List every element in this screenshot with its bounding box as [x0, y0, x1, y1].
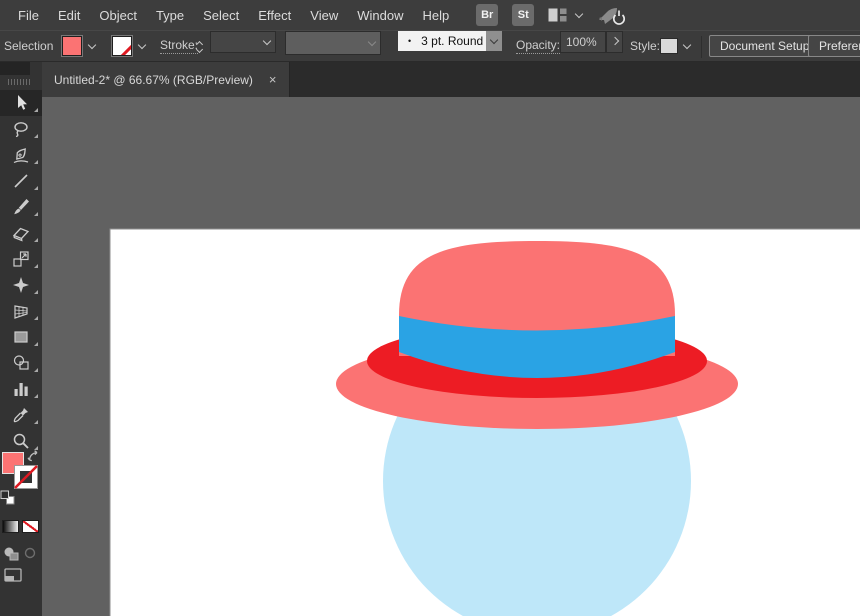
brush-preview-dot: • — [408, 36, 411, 46]
stroke-color-swatch[interactable] — [112, 36, 132, 56]
document-setup-button[interactable]: Document Setup — [709, 35, 820, 57]
opacity-field[interactable]: 100% — [560, 31, 606, 53]
perspective-grid-tool[interactable] — [0, 298, 42, 324]
color-mode-row — [0, 520, 42, 534]
fill-color-swatch[interactable] — [62, 36, 82, 56]
document-tab-title: Untitled-2* @ 66.67% (RGB/Preview) — [54, 73, 253, 87]
stroke-chevron-down-icon[interactable] — [138, 40, 146, 48]
fill-stroke-indicator — [0, 450, 42, 508]
star-tool[interactable] — [0, 272, 42, 298]
selection-context-label: Selection — [4, 39, 53, 53]
line-segment-tool[interactable] — [0, 168, 42, 194]
separator — [701, 36, 702, 58]
style-swatch[interactable] — [660, 38, 678, 54]
tools-panel-grip[interactable] — [8, 79, 30, 85]
default-fill-stroke-icon[interactable] — [0, 490, 15, 505]
drawing-modes — [0, 545, 42, 561]
menu-effect[interactable]: Effect — [258, 8, 291, 23]
opacity-expand-button[interactable] — [606, 31, 623, 53]
none-button[interactable] — [22, 520, 39, 533]
tools-panel-header[interactable] — [0, 62, 30, 75]
chevron-down-icon — [490, 35, 498, 43]
opacity-label[interactable]: Opacity: — [516, 38, 560, 54]
scale-tool[interactable] — [0, 246, 42, 272]
document-tab[interactable]: Untitled-2* @ 66.67% (RGB/Preview) × — [42, 62, 290, 97]
document-tab-bar: Untitled-2* @ 66.67% (RGB/Preview) × — [42, 62, 860, 97]
workspace-switcher[interactable] — [548, 8, 582, 22]
stroke-color-box[interactable] — [14, 465, 38, 489]
screen-mode-icon[interactable] — [4, 568, 22, 583]
menu-help[interactable]: Help — [422, 8, 449, 23]
swap-fill-stroke-icon[interactable] — [27, 449, 40, 462]
stroke-label[interactable]: Stroke: — [160, 38, 198, 54]
quick-access-bar: Br St — [476, 4, 628, 26]
gpu-performance-icon[interactable] — [598, 5, 628, 25]
lasso-tool[interactable] — [0, 116, 42, 142]
selection-tool[interactable] — [0, 90, 42, 116]
variable-width-profile-dropdown[interactable] — [285, 31, 381, 55]
menu-window[interactable]: Window — [357, 8, 403, 23]
stepper-down-icon[interactable] — [196, 46, 203, 53]
artwork-canvas[interactable] — [42, 97, 860, 616]
chevron-down-icon — [575, 9, 583, 17]
chevron-right-icon — [610, 36, 618, 44]
menu-view[interactable]: View — [310, 8, 338, 23]
draw-behind-icon[interactable] — [23, 546, 37, 560]
brush-definition-chevron[interactable] — [486, 31, 502, 51]
tools-panel — [0, 62, 42, 616]
opacity-value: 100% — [566, 35, 597, 49]
column-graph-tool[interactable] — [0, 376, 42, 402]
stroke-width-dropdown[interactable] — [210, 31, 276, 53]
document-canvas[interactable] — [42, 97, 860, 616]
none-slash-icon — [112, 36, 132, 56]
shape-builder-tool[interactable] — [0, 350, 42, 376]
menu-file[interactable]: File — [18, 8, 39, 23]
eraser-tool[interactable] — [0, 220, 42, 246]
fill-chevron-down-icon[interactable] — [88, 40, 96, 48]
preferences-button[interactable]: Preferences — [808, 35, 860, 57]
stock-button[interactable]: St — [512, 4, 534, 26]
tool-list — [0, 90, 42, 454]
brush-definition-value: 3 pt. Round — [421, 34, 483, 48]
control-bar: Selection Stroke: • — [0, 30, 860, 62]
chevron-down-icon — [368, 37, 376, 45]
workspace-switcher-icon — [548, 8, 567, 22]
eyedropper-tool[interactable] — [0, 402, 42, 428]
menu-bar: File Edit Object Type Select Effect View… — [0, 0, 860, 30]
style-label: Style: — [630, 39, 660, 53]
menu-object[interactable]: Object — [99, 8, 137, 23]
menu-edit[interactable]: Edit — [58, 8, 80, 23]
menu-type[interactable]: Type — [156, 8, 184, 23]
tab-close-icon[interactable]: × — [269, 72, 277, 87]
style-chevron-down-icon[interactable] — [683, 40, 691, 48]
illustrator-window: File Edit Object Type Select Effect View… — [0, 0, 860, 616]
draw-normal-icon[interactable] — [3, 546, 19, 561]
bridge-button[interactable]: Br — [476, 4, 498, 26]
paintbrush-tool[interactable] — [0, 194, 42, 220]
brush-definition-dropdown[interactable]: • 3 pt. Round — [398, 31, 486, 51]
rectangle-tool[interactable] — [0, 324, 42, 350]
menu-select[interactable]: Select — [203, 8, 239, 23]
chevron-down-icon — [263, 36, 271, 44]
gradient-button[interactable] — [2, 520, 19, 533]
curvature-tool[interactable] — [0, 142, 42, 168]
stroke-width-stepper[interactable] — [197, 31, 202, 61]
